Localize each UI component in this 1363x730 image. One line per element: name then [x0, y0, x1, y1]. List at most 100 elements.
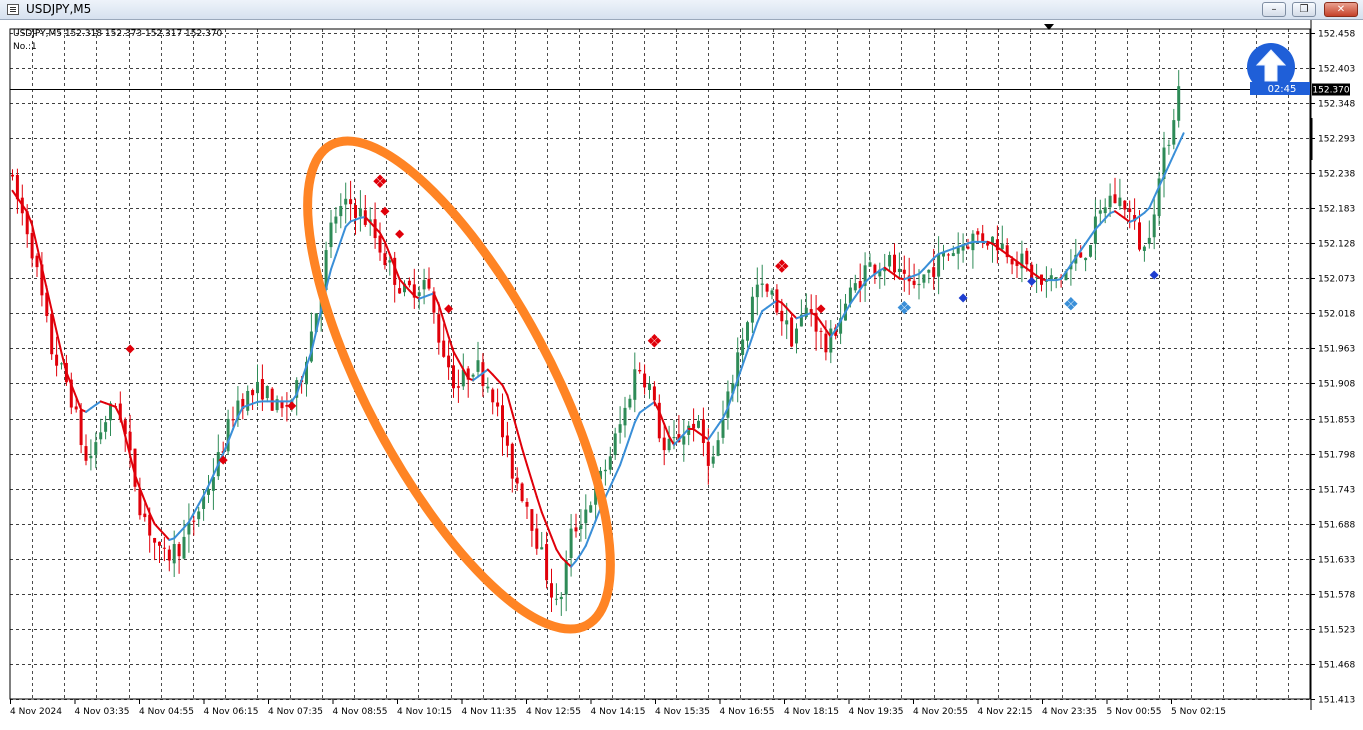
- time-tick-label: 5 Nov 00:55: [1107, 707, 1162, 717]
- bear-candle: [437, 314, 441, 343]
- time-tick-label: 4 Nov 14:15: [591, 707, 646, 717]
- signal-cluster-marker: [647, 334, 662, 348]
- bull-candle: [358, 208, 362, 217]
- bear-candle: [55, 354, 59, 366]
- bull-candle: [265, 386, 269, 399]
- price-tick-label: 151.853: [1318, 416, 1355, 426]
- bull-candle: [388, 260, 392, 263]
- price-tick-label: 152.348: [1318, 100, 1355, 110]
- bull-candle: [540, 547, 544, 550]
- bull-candle: [1084, 257, 1088, 261]
- time-tick-label: 4 Nov 06:15: [204, 707, 259, 717]
- bull-candle: [246, 390, 250, 411]
- time-tick-label: 4 Nov 08:55: [333, 707, 388, 717]
- ma-segment: [452, 350, 460, 362]
- ma-segment: [1084, 235, 1092, 245]
- price-tick-label: 152.293: [1318, 135, 1355, 145]
- ma-segment: [526, 463, 533, 482]
- bull-candle: [197, 511, 201, 520]
- close-button[interactable]: ✕: [1324, 2, 1358, 17]
- bear-candle: [251, 389, 255, 396]
- price-axis: 152.458 152.403 152.348 152.293 152.238 152.1…: [1311, 30, 1355, 706]
- ma-segment: [579, 544, 587, 555]
- signal-diamond-marker: [287, 401, 297, 411]
- bear-candle: [35, 255, 39, 268]
- signal-diamond-marker: [380, 206, 390, 216]
- bull-candle: [417, 292, 421, 297]
- price-tick-label: 151.963: [1318, 345, 1355, 355]
- ma-segment: [633, 411, 641, 424]
- ma-segment: [1104, 212, 1112, 220]
- ma-segment: [1167, 153, 1175, 167]
- window-titlebar: USDJPY,M5 – ❐ ✕: [0, 0, 1363, 20]
- ma-segment: [628, 421, 636, 438]
- ma-segment: [854, 288, 862, 298]
- price-tick-label: 152.128: [1318, 240, 1355, 250]
- price-chart[interactable]: 152.458 152.403 152.348 152.293 152.238 152.1…: [0, 20, 1363, 730]
- ma-segment: [55, 330, 63, 354]
- bull-candle: [94, 442, 98, 455]
- bear-candle: [407, 280, 411, 286]
- price-tick-label: 151.413: [1318, 696, 1355, 706]
- ma-segment: [820, 321, 827, 331]
- bear-candle: [1113, 194, 1117, 204]
- price-tick-label: 151.578: [1318, 591, 1355, 601]
- ma-segment: [511, 411, 519, 432]
- ma-segment: [712, 424, 720, 434]
- price-tick-label: 151.743: [1318, 486, 1355, 496]
- minimize-button[interactable]: –: [1262, 2, 1286, 17]
- bull-candle: [603, 469, 607, 472]
- price-tick-label: 151.468: [1318, 661, 1355, 671]
- bear-candle: [692, 423, 696, 429]
- bear-candle: [177, 544, 181, 557]
- bull-candle: [99, 432, 103, 440]
- bull-candle: [1118, 197, 1122, 207]
- ma-segment: [663, 422, 671, 438]
- plot-frame: [9, 28, 1311, 700]
- bear-candle: [74, 406, 78, 410]
- ma-segment: [501, 384, 509, 397]
- bear-candle: [143, 513, 147, 518]
- bull-candle: [750, 296, 754, 323]
- bull-candle: [339, 205, 343, 217]
- bear-candle: [535, 528, 539, 549]
- bear-candle: [706, 441, 710, 466]
- ma-segment: [339, 225, 347, 242]
- bull-candle: [897, 268, 901, 273]
- bull-candle: [927, 269, 931, 273]
- bull-candle: [721, 419, 725, 438]
- price-tick-label: 151.688: [1318, 521, 1355, 531]
- bear-candle: [652, 386, 656, 401]
- time-tick-label: 4 Nov 10:15: [397, 707, 452, 717]
- ma-segment: [751, 321, 759, 338]
- bull-candle: [256, 381, 259, 394]
- restore-button[interactable]: ❐: [1292, 2, 1316, 17]
- ma-segment: [398, 278, 406, 287]
- bull-candle: [89, 455, 93, 459]
- bull-candle: [618, 424, 622, 433]
- bear-candle: [662, 437, 666, 451]
- ma-segment: [614, 464, 622, 477]
- ma-segment: [584, 532, 592, 547]
- bull-candle: [1108, 195, 1112, 208]
- bull-candle: [104, 422, 108, 432]
- bull-candle: [476, 360, 480, 372]
- bull-candle: [682, 436, 686, 445]
- bull-candle: [486, 386, 490, 389]
- bull-candle: [559, 596, 563, 600]
- bull-candle: [1054, 277, 1058, 279]
- bull-candle: [716, 440, 720, 456]
- bear-candle: [530, 509, 534, 531]
- bull-candle: [569, 528, 573, 558]
- bull-candle: [633, 369, 637, 400]
- bear-candle: [153, 537, 157, 543]
- bull-candle: [584, 509, 588, 524]
- ma-segment: [153, 522, 161, 531]
- bull-candle: [951, 253, 955, 257]
- candles: [11, 70, 1181, 616]
- bear-candle: [192, 520, 196, 522]
- bull-candle: [1103, 207, 1107, 214]
- ma-segment: [447, 335, 455, 353]
- time-tick-label: 4 Nov 15:35: [655, 707, 710, 717]
- bear-candle: [505, 435, 509, 446]
